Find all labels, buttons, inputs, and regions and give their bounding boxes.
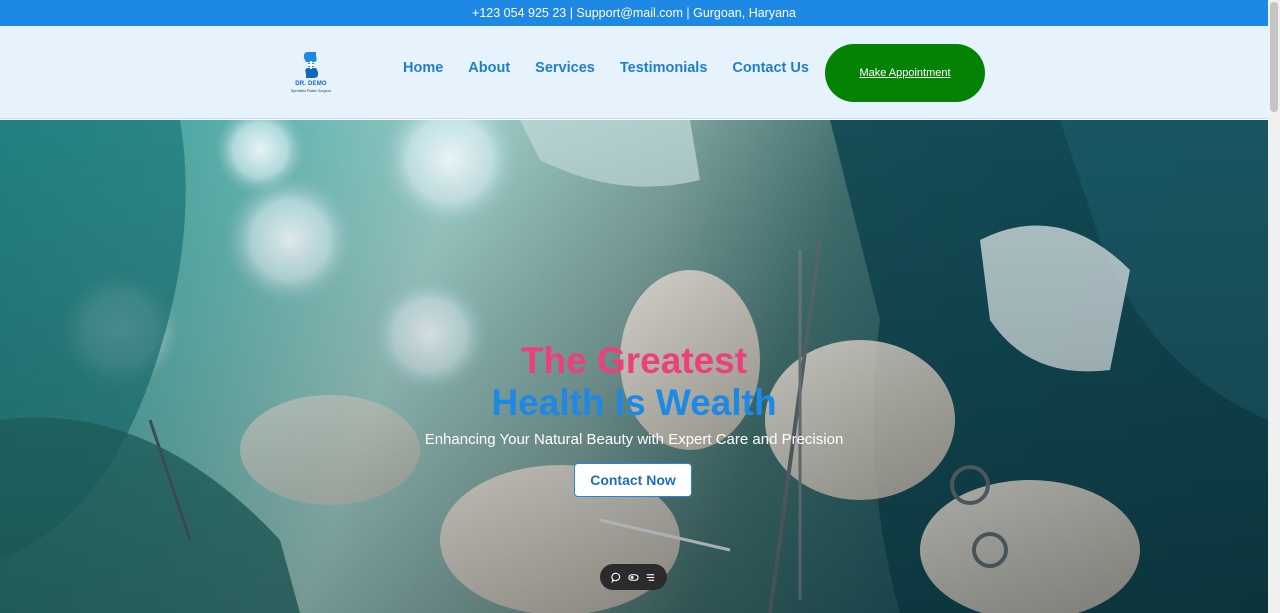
hero-headline-line1: The Greatest: [520, 340, 748, 381]
hero-section: The Greatest Health Is Wealth Enhancing …: [0, 120, 1268, 613]
nav-about-link[interactable]: About: [468, 59, 510, 77]
medical-s-cross-icon: [303, 52, 319, 78]
top-contact-bar: +123 054 925 23 | Support@mail.com | Gur…: [0, 0, 1268, 26]
nav-home-link[interactable]: Home: [403, 59, 443, 77]
main-nav: Home About Services Testimonials Contact…: [403, 59, 834, 77]
hero-subtitle: Enhancing Your Natural Beauty with Exper…: [424, 431, 844, 448]
site-logo[interactable]: DR. DEMO Specialist Plastic Surgeon: [289, 50, 333, 96]
contact-info-text: +123 054 925 23 | Support@mail.com | Gur…: [472, 6, 796, 20]
nav-testimonials-link[interactable]: Testimonials: [620, 59, 708, 77]
chat-icon[interactable]: [611, 572, 622, 583]
nav-contact-link[interactable]: Contact Us: [732, 59, 809, 77]
toggle-icon[interactable]: [628, 572, 639, 583]
floating-widget-bar: [600, 564, 667, 590]
hero-headline-line2: Health Is Wealth: [491, 382, 777, 423]
hero-text-block: The Greatest Health Is Wealth Enhancing …: [0, 340, 1268, 449]
menu-icon[interactable]: [645, 572, 656, 583]
make-appointment-button[interactable]: Make Appointment: [825, 44, 985, 102]
scrollbar-thumb[interactable]: [1270, 2, 1278, 112]
nav-services-link[interactable]: Services: [535, 59, 595, 77]
site-header: DR. DEMO Specialist Plastic Surgeon Home…: [0, 26, 1268, 119]
contact-now-button[interactable]: Contact Now: [574, 463, 692, 497]
logo-brand-name: DR. DEMO: [295, 81, 327, 87]
logo-tagline: Specialist Plastic Surgeon: [290, 89, 332, 93]
page-scrollbar[interactable]: [1268, 0, 1280, 613]
